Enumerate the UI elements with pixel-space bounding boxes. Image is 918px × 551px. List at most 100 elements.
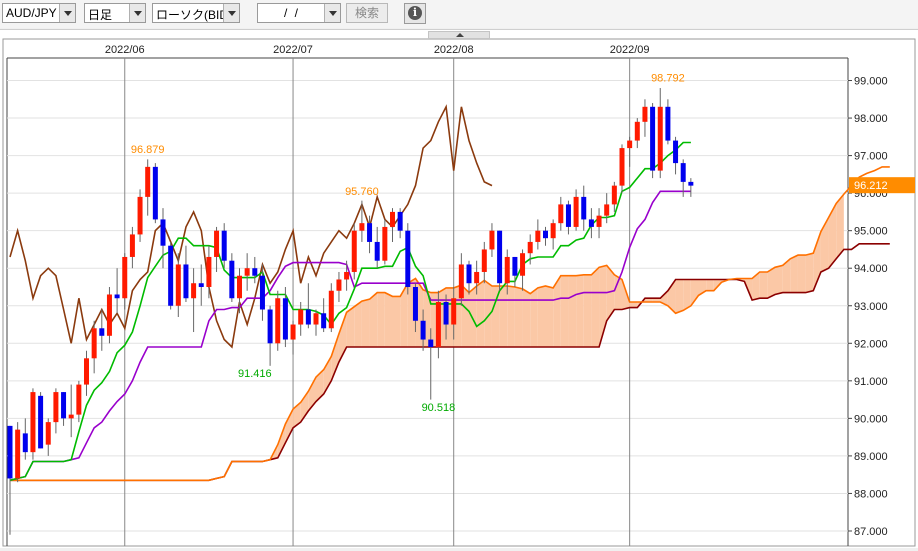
- candle-body: [76, 384, 82, 415]
- cloud-segment: [346, 306, 355, 348]
- candle-body: [642, 106, 648, 122]
- candle-body: [53, 392, 59, 423]
- candle-body: [122, 256, 128, 299]
- candle-body: [650, 106, 656, 171]
- period-select[interactable]: 日足: [84, 3, 146, 23]
- candle-body: [267, 309, 273, 344]
- candle-body: [504, 256, 510, 284]
- candle-body: [275, 298, 281, 344]
- candle-body: [221, 230, 227, 261]
- candle-body: [359, 223, 365, 231]
- y-tick-label: 94.000: [854, 263, 888, 275]
- chart-type-value: ローソク(BID): [156, 8, 232, 22]
- candle-body: [175, 264, 181, 306]
- candle-body: [634, 121, 640, 141]
- candle-body: [198, 283, 204, 287]
- currency-pair-value: AUD/JPY: [6, 6, 57, 20]
- price-annotation: 95.760: [345, 186, 379, 198]
- cloud-segment: [285, 408, 294, 443]
- cloud-segment: [560, 275, 569, 348]
- price-annotation: 90.518: [422, 402, 456, 414]
- candle-body: [7, 425, 13, 479]
- candle-body: [527, 241, 533, 254]
- candle-body: [305, 309, 311, 325]
- candle-body: [61, 392, 67, 419]
- chart-area: 99.000 98.000 97.000 96.000 95.000 94.000 93.0…: [0, 29, 918, 548]
- period-value: 日足: [88, 8, 113, 22]
- cloud-segment: [522, 288, 531, 348]
- cloud-segment: [576, 274, 584, 348]
- candle-body: [252, 268, 258, 276]
- cloud-segment: [384, 292, 393, 348]
- candle-body: [328, 290, 334, 329]
- candle-body: [481, 249, 487, 272]
- candle-body: [657, 106, 663, 171]
- y-tick-label: 87.000: [854, 526, 888, 538]
- candle-body: [145, 166, 151, 197]
- currency-pair-select[interactable]: AUD/JPY: [2, 3, 76, 23]
- candle-body: [30, 392, 36, 453]
- cloud-segment: [530, 287, 538, 348]
- candle-body: [550, 223, 556, 239]
- candle-body: [91, 328, 97, 359]
- collapse-toggle[interactable]: [428, 31, 490, 39]
- candle-body: [458, 264, 464, 299]
- candle-body: [565, 204, 571, 227]
- candle-body: [114, 294, 120, 299]
- search-button[interactable]: 検索: [346, 3, 388, 23]
- candle-body: [428, 339, 434, 348]
- candle-body: [22, 433, 28, 453]
- candle-body: [206, 256, 212, 287]
- candle-body: [237, 275, 242, 299]
- cloud-segment: [706, 279, 714, 291]
- candle-body: [152, 166, 158, 220]
- y-tick-label: 92.000: [854, 338, 888, 350]
- cloud-segment: [790, 255, 798, 293]
- y-tick-label: 89.000: [854, 451, 888, 463]
- toolbar: AUD/JPY 日足 ローソク(BID) / / 検索 i: [0, 0, 918, 28]
- cloud-segment: [354, 301, 362, 348]
- y-tick-label: 99.000: [854, 76, 888, 88]
- chevron-down-icon: [324, 4, 340, 22]
- info-button[interactable]: i: [404, 3, 426, 24]
- y-tick-label: 88.000: [854, 488, 888, 500]
- date-picker[interactable]: / /: [257, 3, 341, 23]
- cloud-segment: [361, 299, 370, 348]
- price-annotation: 98.792: [651, 72, 685, 84]
- candle-body: [604, 204, 610, 216]
- current-price-label: 96.212: [854, 180, 888, 192]
- x-tick-label: 2022/06: [105, 44, 145, 56]
- chart-type-select[interactable]: ローソク(BID): [152, 3, 240, 23]
- candle-body: [282, 298, 288, 340]
- cloud-segment: [499, 286, 508, 348]
- x-tick-label: 2022/08: [434, 44, 474, 56]
- candle-body: [673, 140, 679, 164]
- cloud-segment: [369, 292, 378, 348]
- candle-body: [129, 234, 135, 257]
- cloud-segment: [828, 203, 837, 269]
- cloud-segment: [514, 286, 523, 348]
- cloud-segment: [629, 302, 638, 308]
- candle-body: [191, 283, 197, 299]
- candle-body: [619, 148, 625, 186]
- candle-body: [68, 414, 74, 419]
- candle-body: [390, 211, 395, 227]
- info-icon: i: [408, 6, 422, 20]
- y-tick-label: 91.000: [854, 376, 888, 388]
- candle-body: [558, 204, 564, 224]
- candle-body: [512, 256, 518, 276]
- cloud-segment: [400, 283, 408, 348]
- cloud-segment: [797, 255, 806, 293]
- price-annotation: 91.416: [238, 368, 272, 380]
- cloud-segment: [392, 296, 401, 348]
- candle-body: [382, 226, 388, 261]
- x-tick-label: 2022/09: [610, 44, 650, 56]
- y-tick-label: 97.000: [854, 151, 888, 163]
- candle-body: [435, 302, 441, 348]
- candle-body: [627, 140, 633, 149]
- candle-body: [160, 219, 166, 246]
- candle-body: [688, 181, 694, 186]
- candle-body: [336, 279, 342, 291]
- candle-body: [405, 230, 411, 287]
- candle-body: [244, 268, 250, 276]
